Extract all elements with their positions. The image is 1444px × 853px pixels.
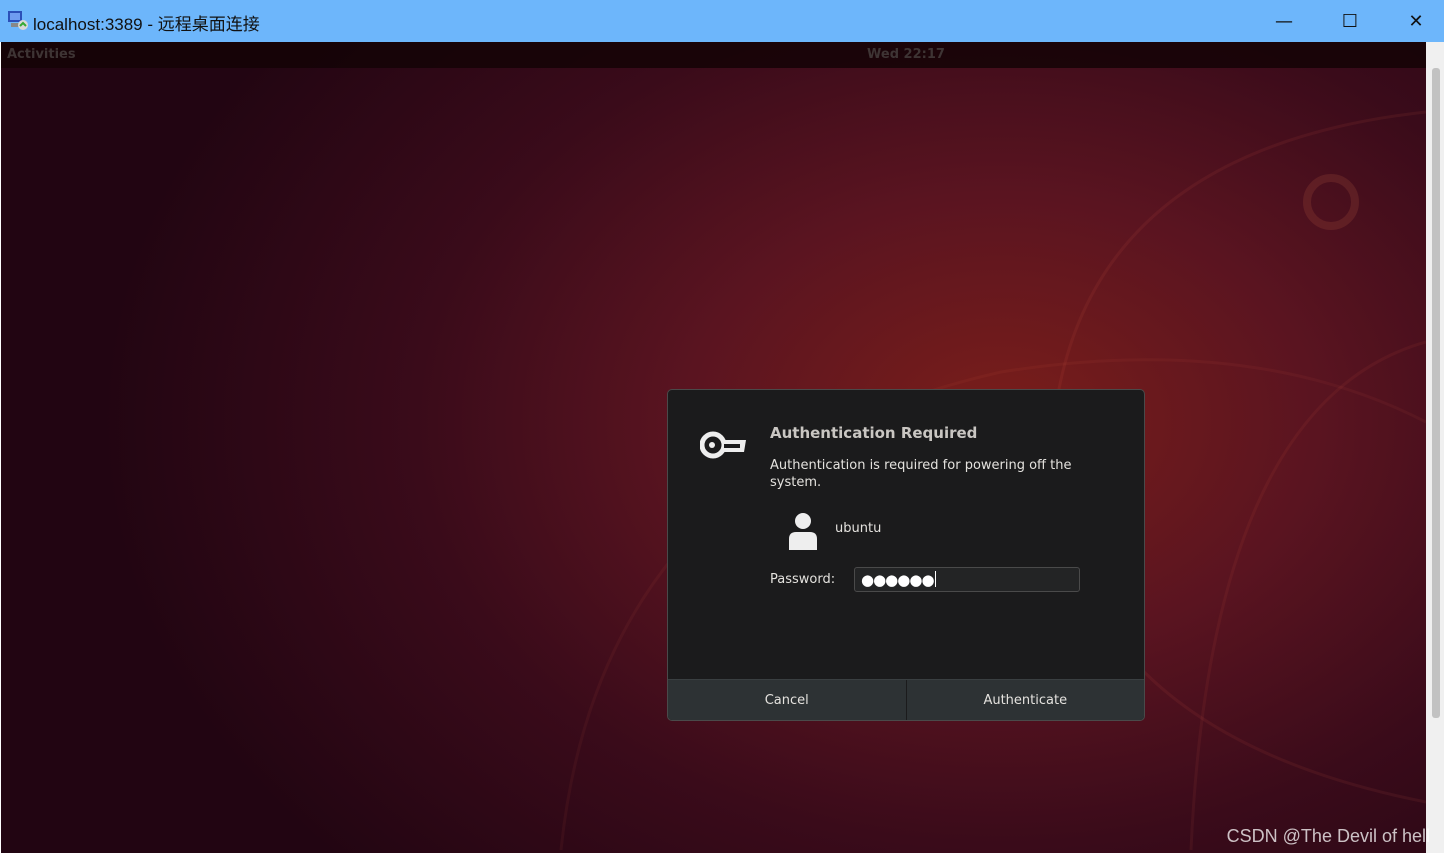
gnome-top-bar: Activities Wed 22:17 (1, 42, 1426, 68)
window-title: localhost:3389 - 远程桌面连接 (33, 15, 260, 34)
watermark: CSDN @The Devil of hell (1226, 826, 1430, 846)
user-avatar-icon (789, 513, 817, 550)
cancel-button[interactable]: Cancel (668, 680, 906, 720)
dialog-message: Authentication is required for powering … (770, 458, 1072, 490)
password-label: Password: (770, 572, 836, 587)
minimize-button[interactable]: — (1251, 0, 1317, 42)
clock[interactable]: Wed 22:17 (867, 47, 945, 62)
text-cursor (934, 571, 936, 587)
scrollbar[interactable] (1426, 42, 1444, 853)
password-input[interactable]: ●●●●●● (854, 567, 1080, 592)
window-titlebar: localhost:3389 - 远程桌面连接 — ☐ ✕ (0, 0, 1444, 42)
username: ubuntu (835, 521, 882, 536)
activities-button[interactable]: Activities (7, 47, 76, 62)
dialog-buttons: Cancel Authenticate (668, 679, 1145, 720)
password-value: ●●●●●● (861, 571, 935, 589)
authenticate-button[interactable]: Authenticate (905, 680, 1145, 720)
close-button[interactable]: ✕ (1383, 0, 1444, 42)
maximize-button[interactable]: ☐ (1317, 0, 1383, 42)
key-icon (700, 431, 746, 459)
authentication-dialog: Authentication Required Authentication i… (667, 389, 1145, 721)
scrollbar-thumb[interactable] (1432, 68, 1440, 718)
dialog-title: Authentication Required (770, 424, 978, 442)
remote-desktop-icon (8, 11, 28, 30)
